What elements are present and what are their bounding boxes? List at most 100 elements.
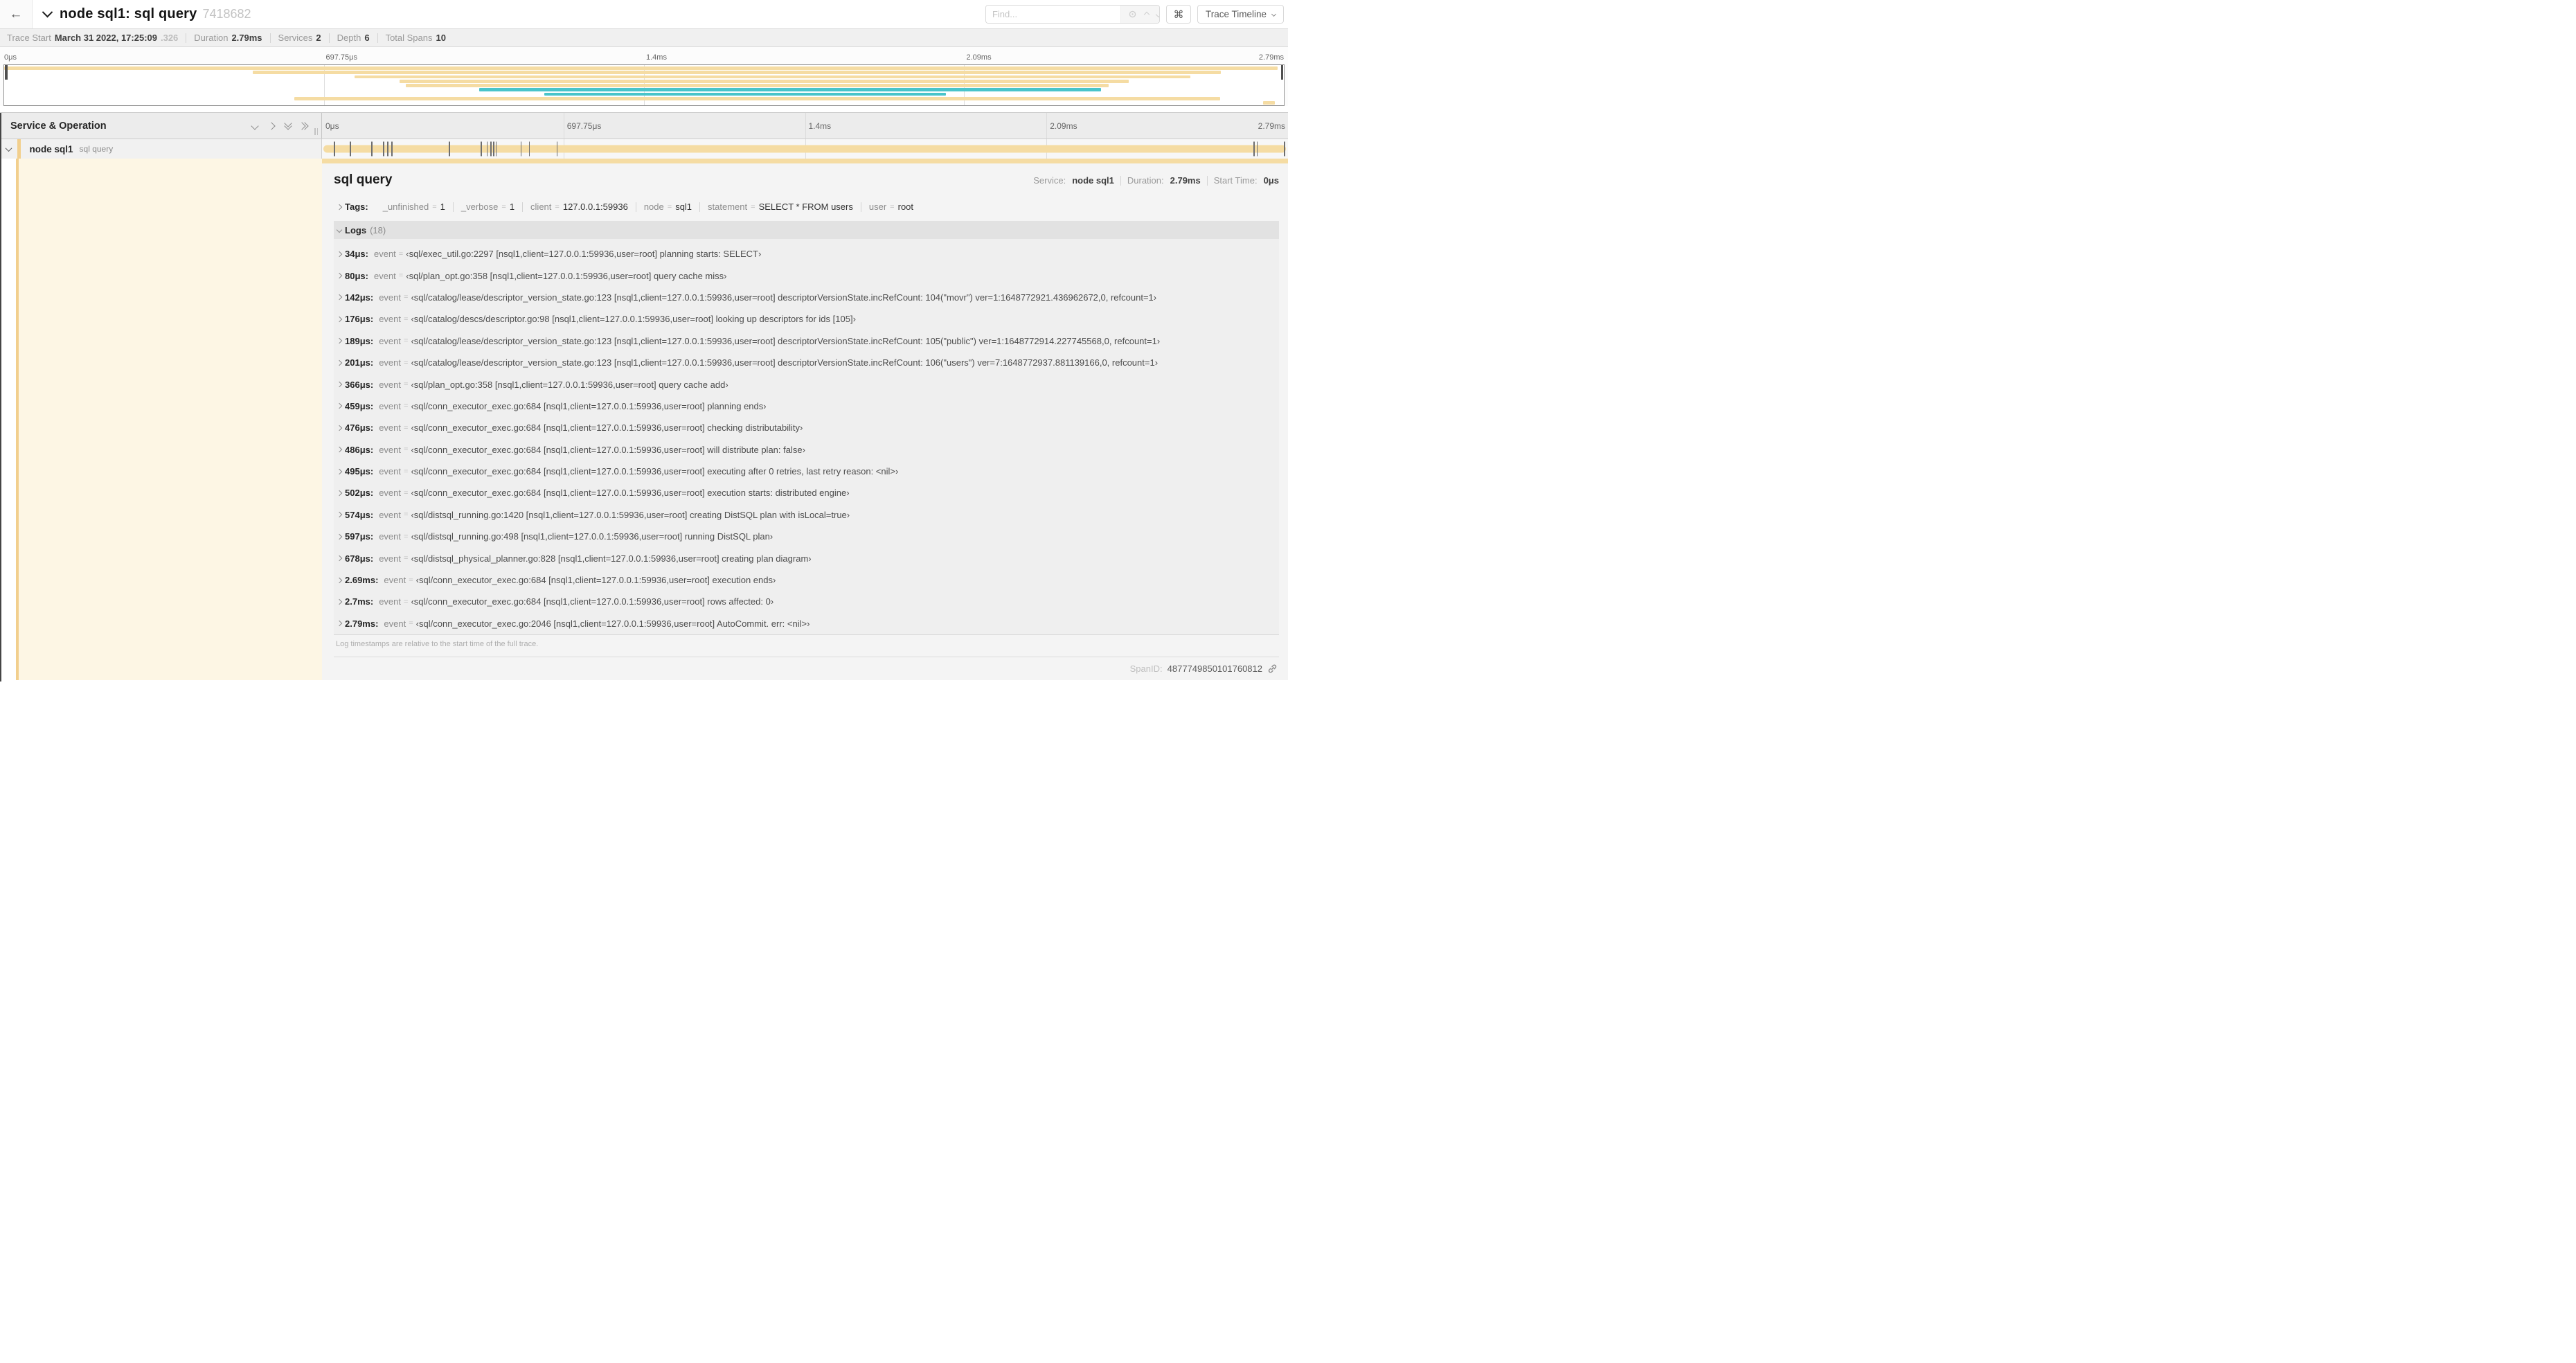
minimap-canvas[interactable] bbox=[3, 64, 1285, 106]
log-field-key: event bbox=[379, 335, 402, 346]
tags-row[interactable]: Tags: _unfinished = 1 _verbose = 1 client = 127.… bbox=[334, 202, 1279, 212]
tag-item[interactable]: _unfinished = 1 bbox=[375, 202, 453, 212]
expand-one-icon[interactable] bbox=[267, 121, 276, 130]
chevron-right-icon bbox=[336, 577, 343, 583]
back-button[interactable]: ← bbox=[0, 0, 33, 28]
ruler-tick-label: 0μs bbox=[325, 121, 339, 131]
log-expand-icon[interactable] bbox=[334, 381, 345, 388]
logs-header[interactable]: Logs (18) bbox=[334, 221, 1279, 239]
tag-item[interactable]: _verbose = 1 bbox=[454, 202, 522, 212]
log-expand-icon[interactable] bbox=[334, 490, 345, 497]
log-row[interactable]: 459μs: event = ‹sql/conn_executor_exec.go:6… bbox=[334, 395, 1279, 417]
log-expand-icon[interactable] bbox=[334, 598, 345, 605]
log-expand-icon[interactable] bbox=[334, 272, 345, 279]
log-expand-icon[interactable] bbox=[334, 425, 345, 431]
tag-item[interactable]: user = root bbox=[861, 202, 921, 212]
ruler-tick-label: 2.79ms bbox=[1258, 121, 1285, 131]
collapse-all-icon[interactable] bbox=[284, 118, 292, 130]
log-expand-icon[interactable] bbox=[334, 251, 345, 257]
spanid-value: 4877749850101760812 bbox=[1167, 663, 1262, 675]
log-row[interactable]: 189μs: event = ‹sql/catalog/lease/descripto… bbox=[334, 330, 1279, 352]
collapse-one-icon[interactable] bbox=[251, 121, 259, 130]
panel-resizer[interactable] bbox=[314, 128, 318, 135]
log-timestamp: 142μs: bbox=[345, 292, 374, 303]
trace-title-wrap: node sql1: sql query 7418682 bbox=[42, 6, 251, 22]
log-expand-icon[interactable] bbox=[334, 403, 345, 409]
log-row[interactable]: 2.69ms: event = ‹sql/conn_executor_exec.go:… bbox=[334, 569, 1279, 591]
minimap-span-row bbox=[4, 84, 1284, 87]
span-row-name-column[interactable]: node sql1 sql query bbox=[0, 139, 322, 159]
log-timestamp: 176μs: bbox=[345, 314, 374, 325]
minimap-left-drag-handle[interactable] bbox=[5, 65, 8, 80]
ruler-tick-label: 1.4ms bbox=[808, 121, 832, 131]
log-row[interactable]: 502μs: event = ‹sql/conn_executor_exec.go:6… bbox=[334, 482, 1279, 504]
span-duration-bar[interactable] bbox=[323, 145, 1286, 153]
trace-title: node sql1: sql query bbox=[60, 6, 197, 21]
minimap-span-bar bbox=[1263, 101, 1276, 105]
log-tick-mark bbox=[1284, 141, 1285, 157]
span-row[interactable]: node sql1 sql query bbox=[0, 139, 1288, 159]
find-prev-icon[interactable] bbox=[1143, 11, 1150, 17]
tag-item[interactable]: statement = SELECT * FROM users bbox=[700, 202, 861, 212]
log-row[interactable]: 142μs: event = ‹sql/catalog/lease/descripto… bbox=[334, 287, 1279, 308]
minimap-span-bar bbox=[478, 88, 1101, 92]
log-expand-icon[interactable] bbox=[334, 446, 345, 453]
span-row-timeline[interactable] bbox=[322, 139, 1288, 159]
timeline-column-header: Service & Operation 0μs 697.75μs 1.4ms 2.09… bbox=[0, 112, 1288, 139]
trace-collapse-chevron-icon[interactable] bbox=[42, 6, 53, 18]
span-collapse-chevron-icon[interactable] bbox=[5, 144, 12, 152]
log-row[interactable]: 2.79ms: event = ‹sql/conn_executor_exec.go:… bbox=[334, 613, 1279, 634]
link-icon[interactable] bbox=[1267, 663, 1278, 674]
chevron-right-icon bbox=[336, 381, 343, 388]
logs-count: (18) bbox=[370, 224, 386, 235]
log-row[interactable]: 574μs: event = ‹sql/distsql_running.go:1420… bbox=[334, 504, 1279, 526]
log-row[interactable]: 495μs: event = ‹sql/conn_executor_exec.go:6… bbox=[334, 461, 1279, 482]
minimap-span-row bbox=[4, 75, 1284, 79]
log-row[interactable]: 486μs: event = ‹sql/conn_executor_exec.go:6… bbox=[334, 439, 1279, 461]
minimap-span-bar bbox=[4, 66, 1278, 70]
find-next-icon[interactable] bbox=[1155, 11, 1159, 17]
logs-collapse-icon[interactable] bbox=[336, 226, 343, 233]
keyboard-shortcuts-button[interactable]: ⌘ bbox=[1165, 5, 1191, 24]
minimap-right-drag-handle[interactable] bbox=[1280, 65, 1283, 80]
log-row[interactable]: 678μs: event = ‹sql/distsql_physical_planne… bbox=[334, 547, 1279, 569]
equals-sign: = bbox=[404, 510, 409, 519]
tag-value: sql1 bbox=[675, 202, 692, 212]
log-expand-icon[interactable] bbox=[334, 468, 345, 474]
summary-value: 2.79ms bbox=[231, 33, 262, 43]
log-row[interactable]: 201μs: event = ‹sql/catalog/lease/descripto… bbox=[334, 352, 1279, 373]
log-expand-icon[interactable] bbox=[334, 338, 345, 344]
log-row[interactable]: 80μs: event = ‹sql/plan_opt.go:358 [nsql1,c… bbox=[334, 265, 1279, 286]
view-selector-button[interactable]: Trace Timeline bbox=[1197, 5, 1284, 24]
log-expand-icon[interactable] bbox=[334, 294, 345, 301]
tag-item[interactable]: client = 127.0.0.1:59936 bbox=[523, 202, 636, 212]
log-expand-icon[interactable] bbox=[334, 533, 345, 540]
log-row[interactable]: 2.7ms: event = ‹sql/conn_executor_exec.go:6… bbox=[334, 591, 1279, 612]
span-operation-name: sql query bbox=[79, 144, 114, 154]
minimap-span-bar bbox=[252, 71, 1222, 75]
log-row[interactable]: 34μs: event = ‹sql/exec_util.go:2297 [nsql1… bbox=[334, 243, 1279, 265]
chevron-right-icon bbox=[336, 512, 343, 518]
log-expand-icon[interactable] bbox=[334, 359, 345, 366]
log-expand-icon[interactable] bbox=[334, 621, 345, 627]
log-row[interactable]: 476μs: event = ‹sql/conn_executor_exec.go:6… bbox=[334, 417, 1279, 438]
log-row[interactable]: 597μs: event = ‹sql/distsql_running.go:498 … bbox=[334, 526, 1279, 547]
log-expand-icon[interactable] bbox=[334, 577, 345, 583]
log-expand-icon[interactable] bbox=[334, 555, 345, 562]
log-tick-mark bbox=[490, 141, 492, 157]
log-expand-icon[interactable] bbox=[334, 512, 345, 518]
find-input[interactable] bbox=[985, 6, 1120, 23]
locate-icon[interactable] bbox=[1128, 10, 1137, 19]
log-field-key: event bbox=[379, 379, 402, 390]
log-field-key: event bbox=[379, 531, 402, 542]
expand-all-icon[interactable] bbox=[298, 121, 309, 130]
tags-expand-icon[interactable] bbox=[336, 204, 343, 210]
log-expand-icon[interactable] bbox=[334, 316, 345, 323]
left-scrollbar[interactable] bbox=[0, 113, 1, 682]
tag-item[interactable]: node = sql1 bbox=[636, 202, 699, 212]
find-controls: ✕ bbox=[1120, 6, 1159, 23]
header-actions: ✕ ⌘ Trace Timeline bbox=[985, 5, 1288, 24]
log-field-key: event bbox=[379, 400, 402, 411]
log-row[interactable]: 366μs: event = ‹sql/plan_opt.go:358 [nsql1,… bbox=[334, 373, 1279, 395]
log-row[interactable]: 176μs: event = ‹sql/catalog/descs/descripto… bbox=[334, 308, 1279, 330]
